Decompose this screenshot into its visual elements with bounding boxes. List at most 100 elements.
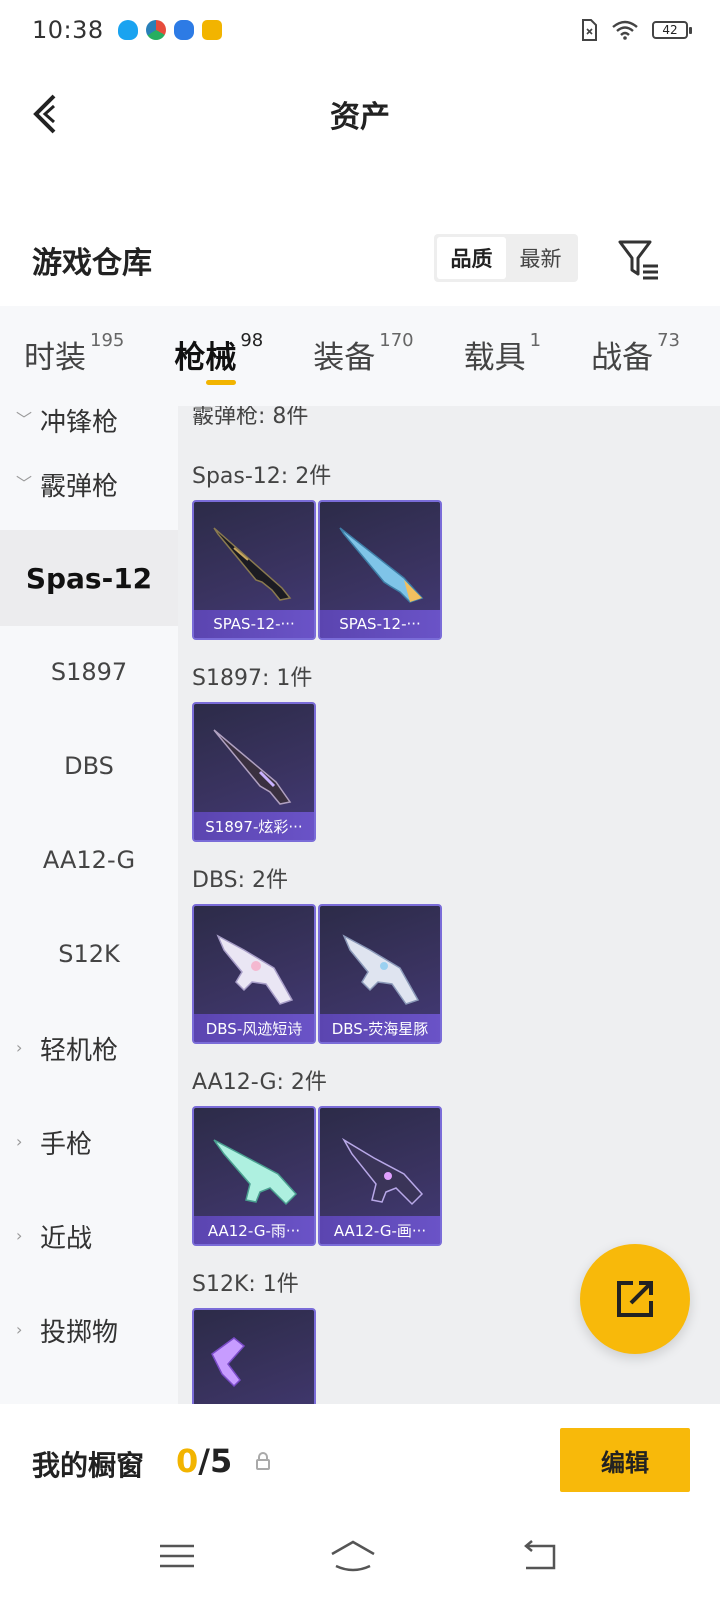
tab-label: 时装 [24, 340, 86, 376]
sim-icon [582, 19, 597, 41]
sidebar-item-dbs[interactable]: DBS [0, 718, 178, 814]
sidebar-item-label: 近战 [40, 1223, 93, 1254]
item-name: DBS-风迹短诗 [194, 1014, 314, 1042]
sidebar-item-spas12[interactable]: Spas-12 [0, 530, 178, 626]
sidebar-item-pistol[interactable]: › 手枪 [0, 1094, 178, 1190]
chevron-down-icon: ﹀ [16, 410, 33, 429]
sidebar-item-label: 冲锋枪 [40, 407, 119, 438]
baidu-icon [173, 20, 194, 40]
section-title: Spas-12: 2件 [192, 464, 332, 489]
category-tabs: 时装 195 枪械 98 装备 170 载具 1 战备 73 [0, 306, 720, 406]
shotgun-icon [342, 934, 420, 1005]
system-nav-bar [0, 1522, 720, 1600]
app-icon [145, 20, 166, 40]
chevron-right-icon: › [16, 1038, 23, 1057]
item-card[interactable]: SPAS-12-··· [318, 500, 442, 640]
share-button[interactable] [580, 1244, 690, 1354]
back-icon[interactable] [28, 92, 68, 136]
item-name: SPAS-12-··· [194, 610, 314, 638]
game-app-icon [201, 20, 222, 40]
edit-button[interactable]: 编辑 [560, 1428, 690, 1492]
showcase-total: /5 [198, 1442, 233, 1480]
return-icon[interactable] [514, 1536, 564, 1576]
shotgun-icon [211, 1337, 246, 1388]
sidebar-item-melee[interactable]: › 近战 [0, 1188, 178, 1284]
tab-fashion[interactable]: 时装 195 [24, 306, 124, 406]
item-card[interactable]: AA12-G-雨··· [192, 1106, 316, 1246]
chevron-right-icon: › [16, 1132, 23, 1151]
showcase-bar: 我的橱窗 0/5 编辑 [0, 1404, 720, 1522]
tab-equipment[interactable]: 装备 170 [313, 306, 413, 406]
item-card[interactable] [192, 1308, 316, 1404]
item-name: AA12-G-画··· [320, 1216, 440, 1244]
tab-count: 73 [657, 330, 680, 351]
warehouse-title: 游戏仓库 [32, 246, 152, 281]
section-title: AA12-G: 2件 [192, 1070, 327, 1095]
sort-toggle: 品质 最新 [434, 234, 578, 282]
item-name: DBS-荧海星豚 [320, 1014, 440, 1042]
item-name: S1897-炫彩··· [194, 812, 314, 840]
shotgun-icon [213, 729, 292, 805]
showcase-count: 0/5 [176, 1442, 232, 1480]
qq-icon [117, 20, 138, 40]
share-icon [617, 1281, 653, 1317]
status-time: 10:38 [32, 16, 104, 44]
sidebar-item-s12k[interactable]: S12K [0, 906, 178, 1002]
sidebar-item-s1897[interactable]: S1897 [0, 624, 178, 720]
nav-header: 资产 [0, 74, 720, 154]
shotgun-icon [341, 1137, 424, 1206]
section-title: S1897: 1件 [192, 666, 313, 691]
shotgun-icon [216, 934, 294, 1005]
sidebar-item-label: 霰弹枪 [40, 471, 119, 502]
tab-label: 枪械 [174, 340, 237, 376]
section-title: DBS: 2件 [192, 868, 289, 893]
filter-icon[interactable] [616, 236, 662, 282]
sort-latest-button[interactable]: 最新 [506, 237, 575, 279]
shotgun-icon [339, 527, 424, 603]
chevron-right-icon: › [16, 1226, 23, 1245]
chevron-right-icon: › [16, 1320, 23, 1339]
shotgun-icon [213, 1139, 298, 1206]
sidebar-item-label: 轻机枪 [40, 1035, 119, 1066]
tab-label: 装备 [313, 340, 376, 376]
warehouse-header: 游戏仓库 品质 最新 [0, 228, 720, 290]
item-card[interactable]: AA12-G-画··· [318, 1106, 442, 1246]
item-card[interactable]: DBS-风迹短诗 [192, 904, 316, 1044]
lock-icon [256, 1452, 270, 1470]
notification-icons [117, 20, 222, 40]
wifi-icon [612, 20, 638, 40]
tab-label: 战备 [591, 340, 654, 376]
sidebar-item-shotgun[interactable]: ﹀ 霰弹枪 [0, 436, 178, 532]
item-card[interactable]: DBS-荧海星豚 [318, 904, 442, 1044]
shotgun-icon [213, 527, 292, 601]
sidebar-item-label: 投掷物 [40, 1317, 119, 1348]
tab-label: 载具 [463, 340, 526, 376]
active-tab-indicator [206, 380, 237, 385]
showcase-current: 0 [176, 1442, 199, 1480]
sidebar-item-aa12g[interactable]: AA12-G [0, 812, 178, 908]
item-card[interactable]: SPAS-12-··· [192, 500, 316, 640]
section-title: S12K: 1件 [192, 1272, 299, 1297]
menu-icon[interactable] [152, 1536, 202, 1576]
battery-icon: 42 [652, 21, 692, 39]
sidebar-item-throwable[interactable]: › 投掷物 [0, 1282, 178, 1378]
showcase-label: 我的橱窗 [32, 1449, 145, 1482]
item-name: AA12-G-雨··· [194, 1216, 314, 1244]
tab-count: 170 [379, 330, 414, 351]
item-name: SPAS-12-··· [320, 610, 440, 638]
chevron-down-icon: ﹀ [16, 474, 33, 493]
sidebar-item-label: 手枪 [40, 1129, 93, 1160]
sidebar-item-lmg[interactable]: › 轻机枪 [0, 1000, 178, 1096]
page-title: 资产 [330, 100, 390, 135]
tab-count: 1 [529, 330, 542, 351]
category-header: 霰弹枪: 8件 [192, 406, 309, 429]
tab-vehicles[interactable]: 载具 1 [464, 306, 541, 406]
battery-level: 42 [662, 23, 678, 37]
sidebar: ﹀ 冲锋枪 ﹀ 霰弹枪 Spas-12 S1897 DBS AA12-G S12… [0, 406, 178, 1404]
tab-firearms[interactable]: 枪械 98 [174, 306, 263, 406]
status-bar: 10:38 42 [0, 0, 720, 60]
tab-supplies[interactable]: 战备 73 [591, 306, 680, 406]
sort-quality-button[interactable]: 品质 [437, 237, 506, 279]
home-icon[interactable] [328, 1536, 378, 1576]
item-card[interactable]: S1897-炫彩··· [192, 702, 316, 842]
